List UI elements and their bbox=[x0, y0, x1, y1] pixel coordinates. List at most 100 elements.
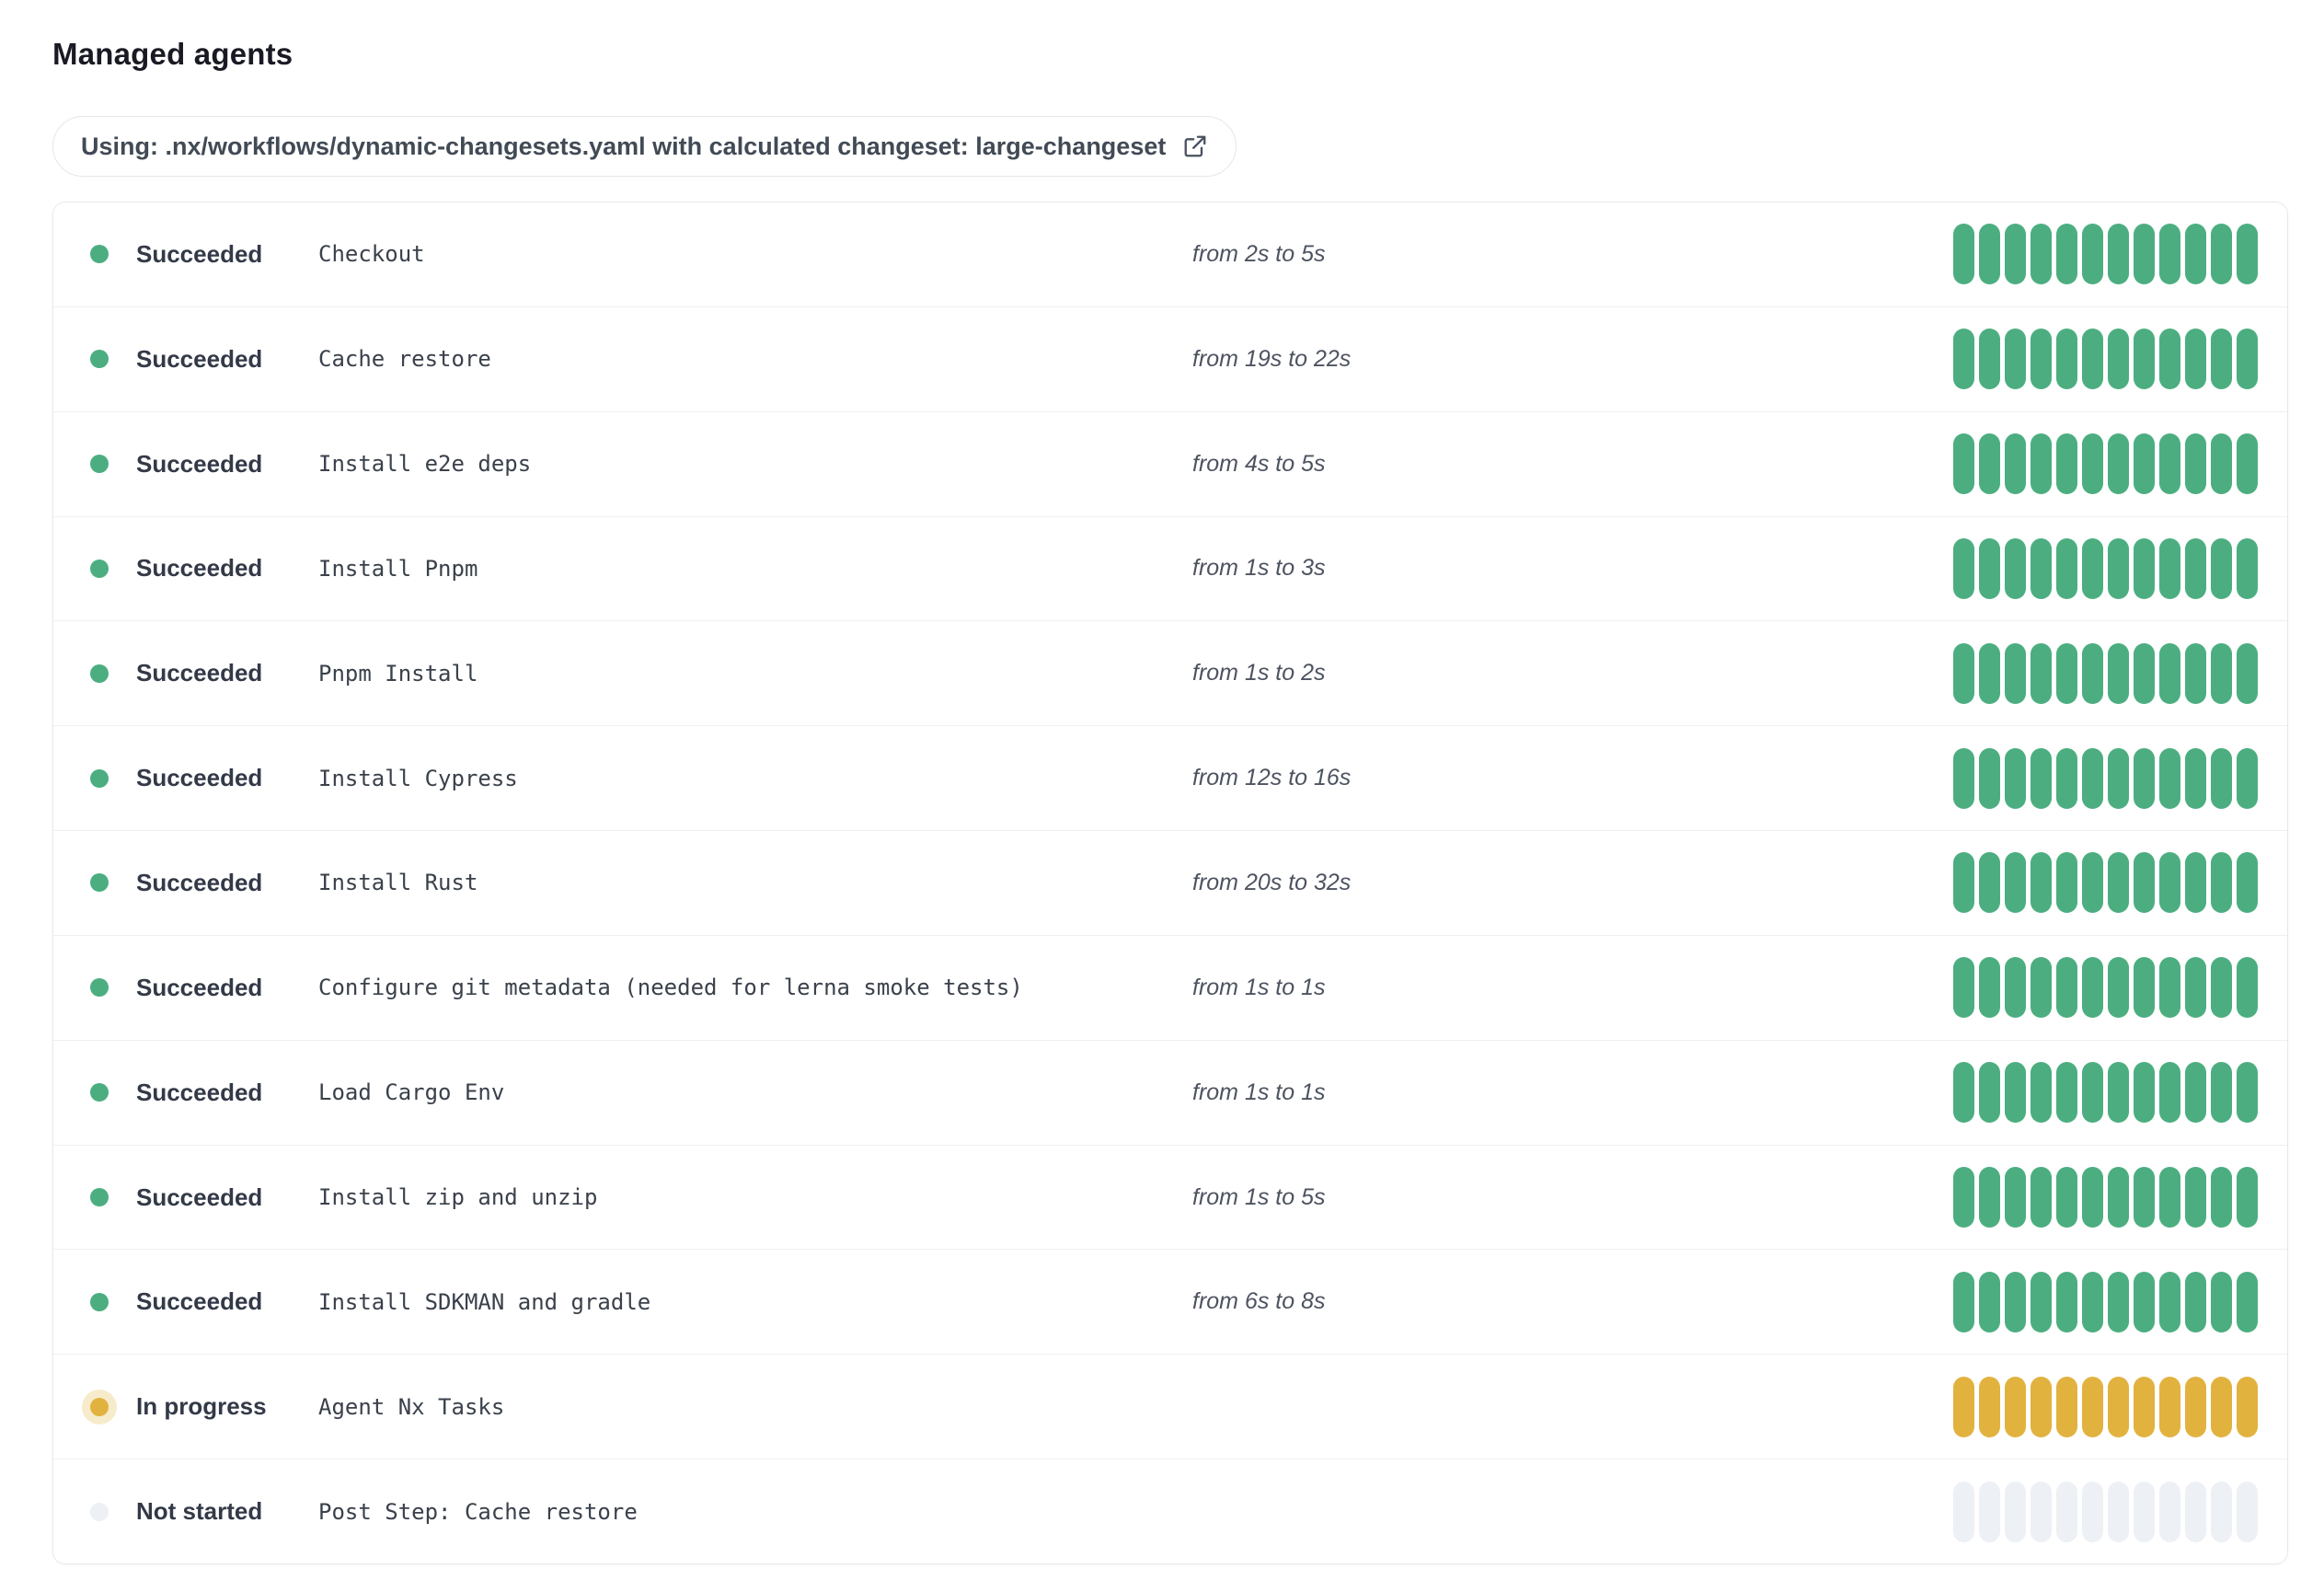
agent-usage-bars bbox=[1953, 1271, 2287, 1332]
usage-bar bbox=[2082, 537, 2103, 599]
agent-step-row[interactable]: Succeeded Install Pnpm from 1s to 3s bbox=[53, 515, 2287, 621]
task-cell: Post Step: Cache restore bbox=[318, 1499, 1192, 1525]
task-cell: Install Rust bbox=[318, 870, 1192, 895]
usage-bar bbox=[2031, 747, 2052, 809]
agent-usage-bars bbox=[1953, 329, 2287, 390]
usage-bar bbox=[2056, 1167, 2077, 1229]
workflow-config-text: Using: .nx/workflows/dynamic-changesets.… bbox=[81, 132, 1167, 160]
status-cell: Succeeded bbox=[53, 345, 318, 374]
usage-bar bbox=[2108, 1271, 2129, 1332]
usage-bar bbox=[1979, 1376, 2000, 1437]
usage-bar bbox=[2108, 957, 2129, 1019]
agent-step-row[interactable]: Succeeded Install Cypress from 12s to 16… bbox=[53, 725, 2287, 831]
usage-bar bbox=[2031, 537, 2052, 599]
usage-bar bbox=[2031, 1062, 2052, 1124]
usage-bar bbox=[2108, 642, 2129, 704]
agent-usage-bars bbox=[1953, 1481, 2287, 1542]
usage-bar bbox=[2134, 747, 2155, 809]
usage-bar bbox=[2211, 537, 2232, 599]
usage-bar bbox=[2082, 1376, 2103, 1437]
status-label: Succeeded bbox=[136, 868, 263, 896]
usage-bar bbox=[1953, 642, 1974, 704]
usage-bar bbox=[2108, 747, 2129, 809]
task-name: Install SDKMAN and gradle bbox=[318, 1288, 651, 1315]
status-dot bbox=[90, 873, 109, 893]
usage-bar bbox=[2031, 224, 2052, 285]
usage-bar bbox=[2005, 433, 2026, 495]
agent-step-row[interactable]: Not started Post Step: Cache restore bbox=[53, 1459, 2287, 1563]
usage-bar bbox=[2056, 224, 2077, 285]
status-dot bbox=[90, 1083, 109, 1102]
task-name: Install Cypress bbox=[318, 765, 518, 791]
agent-step-row[interactable]: Succeeded Pnpm Install from 1s to 2s bbox=[53, 620, 2287, 726]
usage-bar bbox=[2185, 642, 2206, 704]
usage-bar bbox=[2185, 1167, 2206, 1229]
task-name: Install zip and unzip bbox=[318, 1184, 598, 1211]
usage-bar bbox=[1953, 537, 1974, 599]
usage-bar bbox=[2237, 329, 2258, 390]
usage-bar bbox=[2005, 1167, 2026, 1229]
usage-bar bbox=[2082, 852, 2103, 914]
agent-step-row[interactable]: Succeeded Install zip and unzip from 1s … bbox=[53, 1144, 2287, 1250]
usage-bar bbox=[1979, 1167, 2000, 1229]
usage-bar bbox=[1979, 957, 2000, 1019]
usage-bar bbox=[2211, 1271, 2232, 1332]
usage-bar bbox=[2237, 1167, 2258, 1229]
status-label: Succeeded bbox=[136, 764, 263, 792]
usage-bar bbox=[2005, 1062, 2026, 1124]
status-dot bbox=[90, 245, 109, 264]
usage-bar bbox=[1953, 957, 1974, 1019]
usage-bar bbox=[2211, 1167, 2232, 1229]
status-label: Succeeded bbox=[136, 659, 263, 687]
agent-step-row[interactable]: Succeeded Install e2e deps from 4s to 5s bbox=[53, 410, 2287, 516]
usage-bar bbox=[2237, 642, 2258, 704]
agent-step-row[interactable]: Succeeded Cache restore from 19s to 22s bbox=[53, 306, 2287, 411]
usage-bar bbox=[2237, 747, 2258, 809]
agent-usage-bars bbox=[1953, 1376, 2287, 1437]
usage-bar bbox=[2005, 957, 2026, 1019]
external-link-icon bbox=[1182, 133, 1208, 159]
duration-cell: from 1s to 5s bbox=[1192, 1184, 1953, 1211]
agent-step-row[interactable]: In progress Agent Nx Tasks bbox=[53, 1354, 2287, 1459]
usage-bar bbox=[2185, 433, 2206, 495]
usage-bar bbox=[2031, 1271, 2052, 1332]
duration-cell: from 20s to 32s bbox=[1192, 870, 1953, 896]
usage-bar bbox=[1953, 1376, 1974, 1437]
usage-bar bbox=[1979, 747, 2000, 809]
usage-bar bbox=[2005, 224, 2026, 285]
usage-bar bbox=[2082, 433, 2103, 495]
agent-step-row[interactable]: Succeeded Checkout from 2s to 5s bbox=[53, 202, 2287, 306]
usage-bar bbox=[2031, 852, 2052, 914]
usage-bar bbox=[2108, 1062, 2129, 1124]
status-cell: Succeeded bbox=[53, 659, 318, 687]
agent-step-row[interactable]: Succeeded Load Cargo Env from 1s to 1s bbox=[53, 1039, 2287, 1145]
agent-step-row[interactable]: Succeeded Install Rust from 20s to 32s bbox=[53, 830, 2287, 935]
usage-bar bbox=[2237, 1062, 2258, 1124]
status-label: Succeeded bbox=[136, 344, 263, 373]
usage-bar bbox=[2108, 852, 2129, 914]
usage-bar bbox=[1979, 1481, 2000, 1542]
status-cell: Succeeded bbox=[53, 1183, 318, 1212]
agent-step-row[interactable]: Succeeded Configure git metadata (needed… bbox=[53, 934, 2287, 1040]
usage-bar bbox=[2185, 747, 2206, 809]
status-cell: Succeeded bbox=[53, 974, 318, 1002]
usage-bar bbox=[2056, 537, 2077, 599]
usage-bar bbox=[2134, 852, 2155, 914]
task-cell: Install e2e deps bbox=[318, 451, 1192, 477]
usage-bar bbox=[2185, 852, 2206, 914]
workflow-config-link[interactable]: Using: .nx/workflows/dynamic-changesets.… bbox=[52, 116, 1237, 177]
usage-bar bbox=[2082, 224, 2103, 285]
usage-bar bbox=[2185, 1062, 2206, 1124]
agent-step-row[interactable]: Succeeded Install SDKMAN and gradle from… bbox=[53, 1249, 2287, 1355]
task-name: Install Rust bbox=[318, 870, 478, 896]
usage-bar bbox=[2159, 329, 2180, 390]
duration-range: from 1s to 1s bbox=[1192, 1079, 1326, 1105]
duration-cell: from 1s to 3s bbox=[1192, 555, 1953, 582]
task-cell: Pnpm Install bbox=[318, 661, 1192, 686]
usage-bar bbox=[1979, 537, 2000, 599]
usage-bar bbox=[2211, 642, 2232, 704]
task-name: Pnpm Install bbox=[318, 660, 478, 686]
usage-bar bbox=[2159, 642, 2180, 704]
usage-bar bbox=[2082, 329, 2103, 390]
usage-bar bbox=[2211, 1481, 2232, 1542]
